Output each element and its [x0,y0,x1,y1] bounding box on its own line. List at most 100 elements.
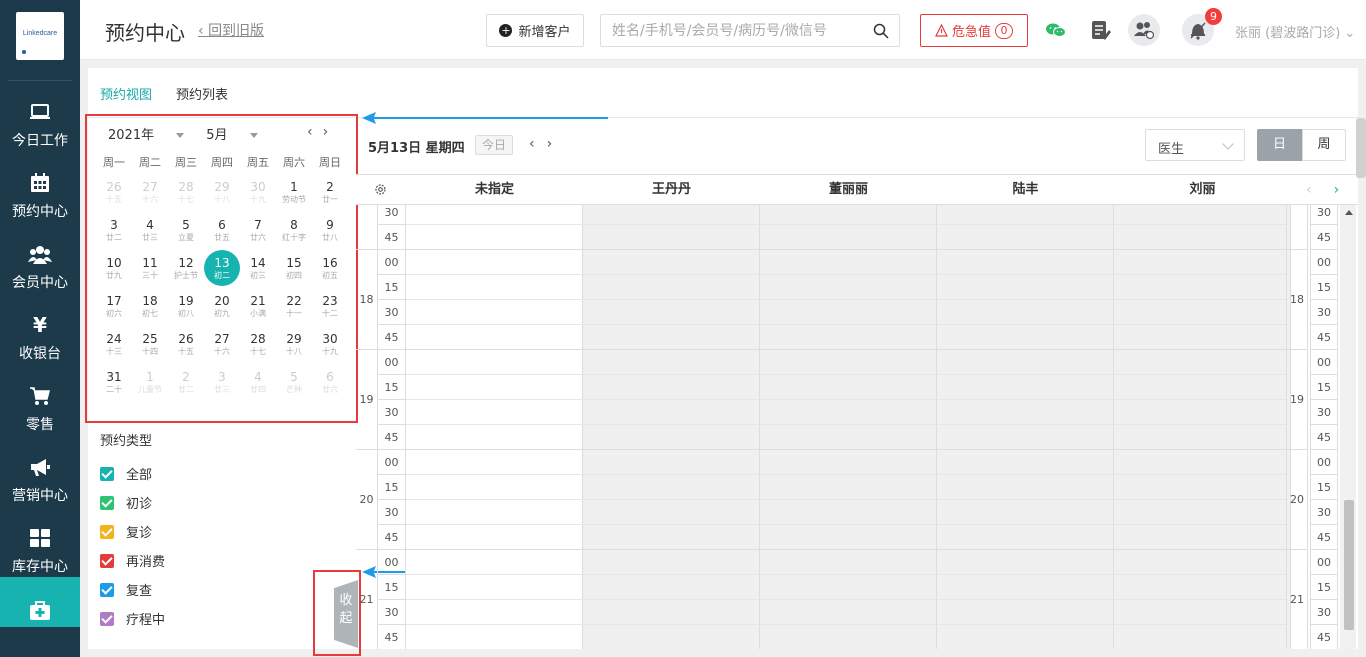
appointment-type-checkbox[interactable]: 疗程中 [100,604,165,633]
doctor-column-header[interactable]: 王丹丹 [583,175,760,205]
search-input[interactable] [601,15,861,46]
calendar-day[interactable]: 1 儿童节 [132,364,168,402]
calendar-day[interactable]: 20 初九 [204,288,240,326]
calendar-day[interactable]: 6 廿五 [204,212,240,250]
minute-label: 00 [378,350,406,375]
calendar-day[interactable]: 22 十一 [276,288,312,326]
team-schedule-icon[interactable] [1128,14,1160,46]
calendar-day[interactable]: 23 十二 [312,288,348,326]
calendar-day[interactable]: 26 十五 [96,174,132,212]
calendar-day[interactable]: 10 廿九 [96,250,132,288]
gear-icon[interactable] [374,183,387,196]
day-number: 6 [326,370,334,384]
sidebar-item-6[interactable]: 营销中心 [0,445,80,516]
calendar-day[interactable]: 28 十七 [240,326,276,364]
today-button[interactable]: 今日 [475,135,513,155]
calendar-day[interactable]: 27 十六 [204,326,240,364]
calendar-day[interactable]: 28 十七 [168,174,204,212]
doctor-column[interactable] [406,205,583,649]
appointment-type-checkbox[interactable]: 再消费 [100,546,165,575]
calendar-day[interactable]: 12 护士节 [168,250,204,288]
scroll-up-icon[interactable] [1345,210,1353,215]
sidebar-item-8[interactable] [0,577,80,627]
calendar-day[interactable]: 18 初七 [132,288,168,326]
side-scroll-handle[interactable] [1356,118,1366,178]
sidebar-item-3[interactable]: 会员中心 [0,232,80,303]
calendar-day[interactable]: 2 廿二 [168,364,204,402]
calendar-day[interactable]: 9 廿八 [312,212,348,250]
calendar-day[interactable]: 8 红十字 [276,212,312,250]
calendar-day[interactable]: 29 十八 [204,174,240,212]
calendar-day[interactable]: 5 芒种 [276,364,312,402]
appointment-type-checkbox[interactable]: 复诊 [100,517,165,546]
next-day-icon[interactable]: › [547,136,565,152]
prev-day-icon[interactable]: ‹ [529,136,547,152]
doctor-column[interactable] [937,205,1114,649]
view-by-select[interactable]: 医生 [1145,129,1245,161]
day-view-button[interactable]: 日 [1257,129,1302,161]
calendar-day[interactable]: 21 小满 [240,288,276,326]
calendar-day[interactable]: 7 廿六 [240,212,276,250]
scrollbar-thumb[interactable] [1344,500,1354,630]
prev-columns-icon[interactable]: ‹ [1306,182,1334,198]
sidebar-item-1[interactable]: 今日工作 [0,90,80,161]
doctor-column-header[interactable]: 陆丰 [937,175,1114,205]
notes-icon[interactable] [1084,14,1116,46]
collapse-button[interactable]: 收起 [334,580,358,648]
doctor-column[interactable] [1114,205,1291,649]
calendar-day[interactable]: 3 廿二 [96,212,132,250]
calendar-day[interactable]: 30 十九 [312,326,348,364]
sidebar-item-5[interactable]: 零售 [0,374,80,445]
doctor-column-header[interactable]: 未指定 [406,175,583,205]
calendar-day[interactable]: 6 廿六 [312,364,348,402]
prev-month-icon[interactable]: ‹ [307,124,323,140]
sidebar-item-4[interactable]: ¥ 收银台 [0,303,80,374]
calendar-day[interactable]: 4 廿三 [132,212,168,250]
back-to-old-version-link[interactable]: ‹ 回到旧版 [198,20,264,40]
critical-value-button[interactable]: 危急值 0 [920,14,1028,47]
calendar-day[interactable]: 27 十六 [132,174,168,212]
logo[interactable]: Linkedcare [16,12,64,60]
calendar-day[interactable]: 17 初六 [96,288,132,326]
year-select[interactable]: 2021年 [108,128,185,143]
calendar-day[interactable]: 5 立夏 [168,212,204,250]
add-customer-button[interactable]: + 新增客户 [486,14,584,47]
calendar-day[interactable]: 16 初五 [312,250,348,288]
calendar-day[interactable]: 11 三十 [132,250,168,288]
minute-label: 00 [378,550,406,575]
calendar-day[interactable]: 24 十三 [96,326,132,364]
doctor-column-header[interactable]: 董丽丽 [760,175,937,205]
calendar-day[interactable]: 30 十九 [240,174,276,212]
sidebar-item-2[interactable]: 预约中心 [0,161,80,232]
calendar-day[interactable]: 31 二十 [96,364,132,402]
calendar-day[interactable]: 1 劳动节 [276,174,312,212]
minute-label: 30 [378,600,406,625]
next-month-icon[interactable]: › [323,124,339,140]
calendar-day-selected[interactable]: 13 初二 [204,250,240,288]
tab-appointment-view[interactable]: 预约视图 [100,84,152,103]
calendar-day[interactable]: 2 廿一 [312,174,348,212]
calendar-day[interactable]: 14 初三 [240,250,276,288]
search-icon[interactable] [873,23,889,39]
calendar-day[interactable]: 25 十四 [132,326,168,364]
doctor-column[interactable] [583,205,760,649]
appointment-type-checkbox[interactable]: 全部 [100,459,165,488]
appointment-type-checkbox[interactable]: 初诊 [100,488,165,517]
wechat-icon[interactable] [1040,14,1072,46]
doctor-column-header[interactable]: 刘丽 [1114,175,1291,205]
day-number: 6 [218,218,226,232]
appointment-type-checkbox[interactable]: 复查 [100,575,165,604]
user-menu[interactable]: 张丽 (碧波路门诊) ⌄ [1235,22,1355,41]
calendar-day[interactable]: 29 十八 [276,326,312,364]
doctor-column[interactable] [760,205,937,649]
tab-appointment-list[interactable]: 预约列表 [176,84,228,103]
week-view-button[interactable]: 周 [1302,129,1346,161]
header: 预约中心 ‹ 回到旧版 + 新增客户 危急值 0 9 张丽 (碧波路门诊) ⌄ [80,0,1366,60]
calendar-day[interactable]: 19 初八 [168,288,204,326]
month-select[interactable]: 5月 [206,128,258,143]
next-columns-icon[interactable]: › [1334,182,1362,198]
calendar-day[interactable]: 4 廿四 [240,364,276,402]
calendar-day[interactable]: 3 廿三 [204,364,240,402]
calendar-day[interactable]: 26 十五 [168,326,204,364]
calendar-day[interactable]: 15 初四 [276,250,312,288]
